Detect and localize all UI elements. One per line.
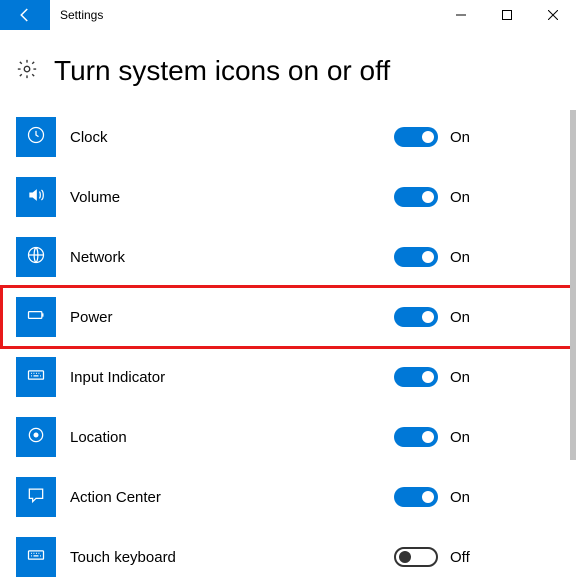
minimize-icon xyxy=(456,10,466,20)
label-power: Power xyxy=(70,309,394,326)
row-clock: Clock On xyxy=(16,107,560,167)
maximize-icon xyxy=(502,10,512,20)
toggle-wrap-location: On xyxy=(394,427,480,447)
page-title: Turn system icons on or off xyxy=(54,55,390,87)
row-action-center: Action Center On xyxy=(16,467,560,527)
maximize-button[interactable] xyxy=(484,0,530,30)
arrow-left-icon xyxy=(16,6,34,24)
toggle-knob xyxy=(422,371,434,383)
toggle-knob xyxy=(399,551,411,563)
state-label-action-center: On xyxy=(450,489,480,506)
state-label-network: On xyxy=(450,249,480,266)
battery-icon-box xyxy=(16,297,56,337)
gear-icon xyxy=(16,58,38,85)
toggle-wrap-action-center: On xyxy=(394,487,480,507)
toggle-knob xyxy=(422,251,434,263)
globe-icon xyxy=(26,245,46,270)
message-icon xyxy=(26,485,46,510)
row-power: Power On xyxy=(2,287,576,347)
minimize-button[interactable] xyxy=(438,0,484,30)
clock-icon-box xyxy=(16,117,56,157)
state-label-touch-keyboard: Off xyxy=(450,549,480,566)
keyboard-icon-box xyxy=(16,357,56,397)
label-network: Network xyxy=(70,249,394,266)
keyboard-icon xyxy=(26,545,46,570)
toggle-knob xyxy=(422,131,434,143)
state-label-clock: On xyxy=(450,129,480,146)
window-title: Settings xyxy=(50,0,438,30)
label-touch-keyboard: Touch keyboard xyxy=(70,549,394,566)
row-touch-keyboard: Touch keyboard Off xyxy=(16,527,560,587)
target-icon-box xyxy=(16,417,56,457)
volume-icon xyxy=(26,185,46,210)
keyboard-icon-box xyxy=(16,537,56,577)
scrollbar[interactable] xyxy=(570,30,576,565)
toggle-wrap-network: On xyxy=(394,247,480,267)
battery-icon xyxy=(26,305,46,330)
clock-icon xyxy=(26,125,46,150)
toggle-touch-keyboard[interactable] xyxy=(394,547,438,567)
volume-icon-box xyxy=(16,177,56,217)
label-clock: Clock xyxy=(70,129,394,146)
toggle-wrap-clock: On xyxy=(394,127,480,147)
row-volume: Volume On xyxy=(16,167,560,227)
toggle-knob xyxy=(422,491,434,503)
state-label-input-indicator: On xyxy=(450,369,480,386)
toggle-network[interactable] xyxy=(394,247,438,267)
label-action-center: Action Center xyxy=(70,489,394,506)
close-button[interactable] xyxy=(530,0,576,30)
toggle-input-indicator[interactable] xyxy=(394,367,438,387)
toggle-action-center[interactable] xyxy=(394,487,438,507)
toggle-location[interactable] xyxy=(394,427,438,447)
toggle-wrap-power: On xyxy=(394,307,480,327)
toggle-clock[interactable] xyxy=(394,127,438,147)
target-icon xyxy=(26,425,46,450)
back-button[interactable] xyxy=(0,0,50,30)
system-icons-list: ClockOnVolumeOnNetworkOnPowerOnInput Ind… xyxy=(0,107,576,587)
label-volume: Volume xyxy=(70,189,394,206)
row-location: Location On xyxy=(16,407,560,467)
titlebar: Settings xyxy=(0,0,576,30)
state-label-volume: On xyxy=(450,189,480,206)
toggle-wrap-volume: On xyxy=(394,187,480,207)
label-location: Location xyxy=(70,429,394,446)
message-icon-box xyxy=(16,477,56,517)
close-icon xyxy=(548,10,558,20)
row-network: Network On xyxy=(16,227,560,287)
toggle-knob xyxy=(422,431,434,443)
toggle-power[interactable] xyxy=(394,307,438,327)
globe-icon-box xyxy=(16,237,56,277)
toggle-wrap-touch-keyboard: Off xyxy=(394,547,480,567)
scrollbar-thumb[interactable] xyxy=(570,110,576,460)
state-label-location: On xyxy=(450,429,480,446)
toggle-knob xyxy=(422,311,434,323)
page-header: Turn system icons on or off xyxy=(0,30,576,107)
toggle-wrap-input-indicator: On xyxy=(394,367,480,387)
toggle-volume[interactable] xyxy=(394,187,438,207)
state-label-power: On xyxy=(450,309,480,326)
label-input-indicator: Input Indicator xyxy=(70,369,394,386)
keyboard-icon xyxy=(26,365,46,390)
row-input-indicator: Input Indicator On xyxy=(16,347,560,407)
toggle-knob xyxy=(422,191,434,203)
window-controls xyxy=(438,0,576,30)
